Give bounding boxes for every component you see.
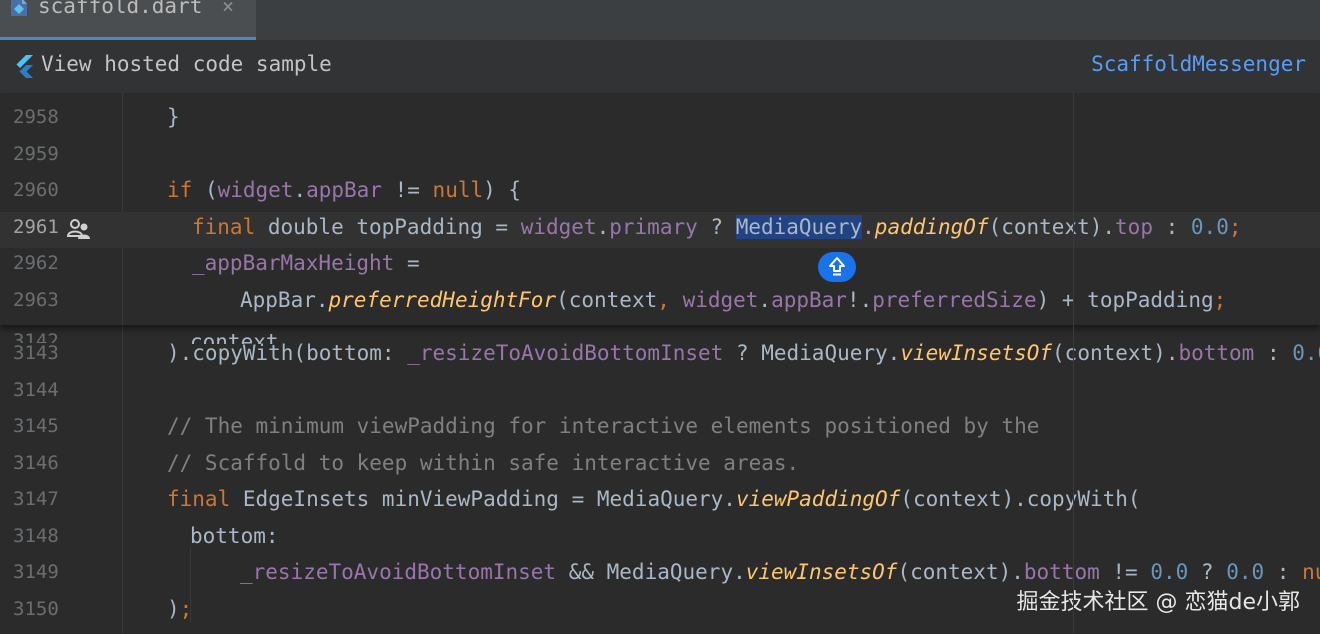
code-line: 3145 // The minimum viewPadding for inte…: [0, 411, 1320, 448]
code-text: if (widget.appBar != null) {: [167, 178, 522, 202]
code-comment: // Scaffold to keep within safe interact…: [167, 450, 800, 475]
watermark: 掘金技术社区 @ 恋猫de小郭: [1016, 590, 1301, 615]
tab-close-button[interactable]: ×: [222, 0, 234, 18]
code-line: 3148 bottom:: [0, 521, 1320, 558]
line-number: 3144: [13, 378, 59, 401]
code-text: final EdgeInsets minViewPadding = MediaQ…: [167, 487, 1141, 511]
people-hint-icon[interactable]: [67, 218, 91, 240]
line-number: 2962: [13, 252, 59, 274]
right-margin-guide: [1073, 93, 1074, 634]
code-text: bottom:: [190, 523, 279, 548]
code-text: context,: [190, 330, 292, 344]
line-number: 2960: [13, 179, 59, 201]
line-number: 2959: [13, 142, 59, 165]
code-text: _resizeToAvoidBottomInset && MediaQuery.…: [240, 560, 1320, 584]
code-text: }: [167, 105, 180, 129]
code-line: 2959: [0, 139, 1320, 176]
code-line: 3147 final EdgeInsets minViewPadding = M…: [0, 484, 1320, 521]
editor-tab-bar: scaffold.dart ×: [0, 0, 1320, 41]
tab-scaffold-dart[interactable]: scaffold.dart ×: [0, 0, 256, 40]
code-line: 2960 if (widget.appBar != null) {: [0, 175, 1320, 212]
code-line: 2962 _appBarMaxHeight =: [0, 248, 1320, 285]
line-number: 3150: [13, 597, 59, 620]
current-code-line: 2961 final double topPadding = widget.pr…: [0, 211, 1320, 248]
dart-file-icon: [11, 0, 27, 16]
code-text: ).copyWith(bottom: _resizeToAvoidBottomI…: [167, 341, 1320, 365]
arrow-up-icon: [829, 257, 845, 276]
code-line: 3146 // Scaffold to keep within safe int…: [0, 448, 1320, 485]
code-text: );: [167, 596, 193, 621]
sticky-scope-header: 2958 } 2959 2960 if (widget.appBar != nu…: [0, 93, 1320, 325]
view-hosted-code-sample-link[interactable]: View hosted code sample: [41, 52, 332, 76]
code-text: AppBar.preferredHeightFor(context, widge…: [240, 287, 1227, 312]
line-number: 3148: [13, 524, 59, 547]
line-number: 3147: [13, 488, 59, 510]
code-line: 3144: [0, 375, 1320, 412]
go-to-line-button[interactable]: [818, 252, 856, 282]
code-line: 2958 }: [0, 102, 1320, 139]
code-line: 2963 AppBar.preferredHeightFor(context, …: [0, 285, 1320, 322]
line-number: 3145: [13, 415, 59, 437]
line-number: 3142: [13, 330, 59, 343]
flutter-icon: [16, 55, 33, 78]
line-number: 2963: [13, 288, 59, 311]
scaffold-messenger-link[interactable]: ScaffoldMessenger: [1091, 52, 1306, 76]
tab-label: scaffold.dart: [38, 0, 203, 18]
line-number: 2961: [13, 215, 59, 238]
line-number: 3143: [13, 342, 59, 364]
line-number: 3146: [13, 451, 59, 474]
code-comment: // The minimum viewPadding for interacti…: [167, 414, 1040, 438]
code-text: final double topPadding = widget.primary…: [192, 214, 1242, 239]
code-editor[interactable]: 2958 } 2959 2960 if (widget.appBar != nu…: [0, 93, 1320, 634]
code-text: _appBarMaxHeight =: [192, 251, 420, 275]
code-sample-infobar: View hosted code sample ScaffoldMessenge…: [0, 41, 1320, 93]
line-number: 3149: [13, 561, 59, 583]
line-number: 2958: [13, 106, 59, 128]
